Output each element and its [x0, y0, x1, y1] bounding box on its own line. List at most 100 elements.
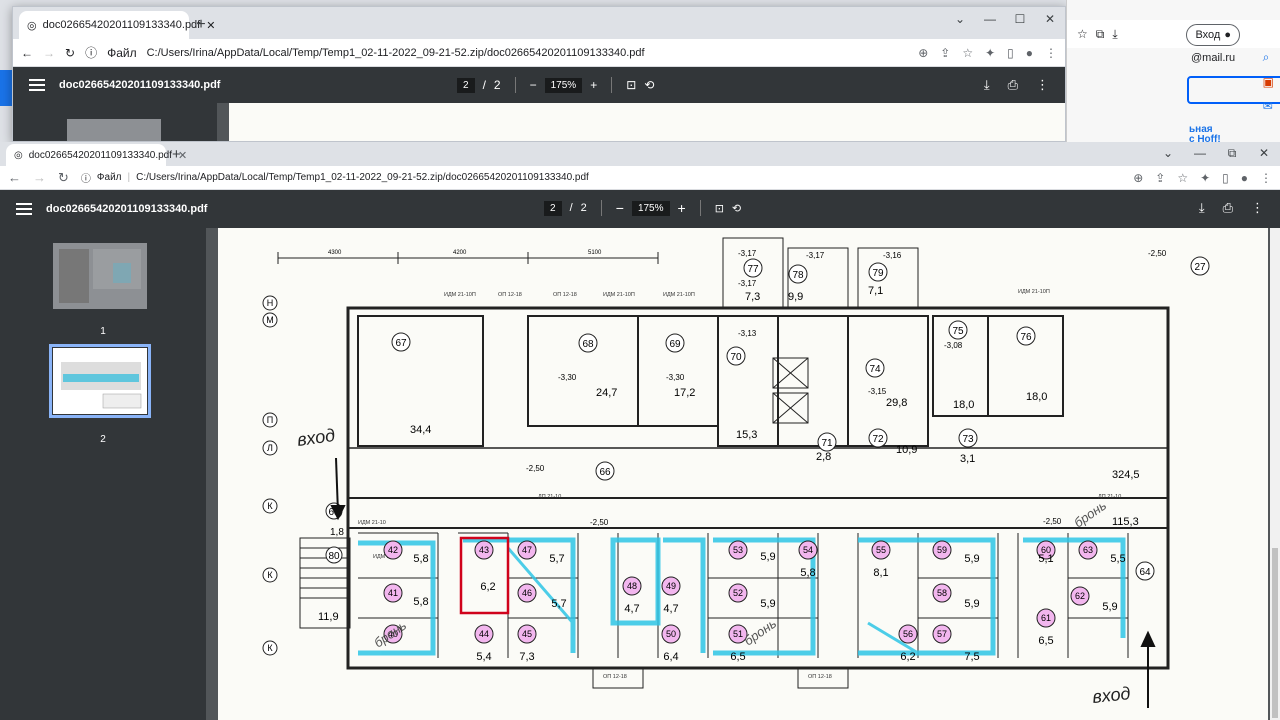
zoom-input[interactable]: 175% [631, 200, 670, 216]
more-icon[interactable]: ⋮ [1251, 200, 1264, 216]
handwritten-entrance-1: вход [296, 425, 337, 450]
downloads-icon[interactable]: ⤓ [1112, 27, 1117, 42]
pdf-content-area: 4300 4200 5100 Н М П Л К К К 67 68 69 70… [206, 228, 1280, 720]
fit-page-icon[interactable]: ⊡ [715, 202, 724, 215]
login-button[interactable]: Вход ● [1186, 24, 1240, 46]
back-icon[interactable]: ← [8, 170, 21, 185]
fit-page-icon[interactable]: ⊡ [626, 78, 636, 92]
profile-icon[interactable]: ● [1026, 46, 1033, 60]
room-69: 69 [669, 339, 681, 350]
info-icon: ⓘ [80, 174, 91, 185]
room-number-57: 57 [937, 629, 947, 639]
url-text: C:/Users/Irina/AppData/Local/Temp/Temp1_… [136, 172, 589, 183]
thumbnail-page-2[interactable] [49, 344, 151, 418]
new-tab-button[interactable]: + [172, 146, 181, 163]
room-77: 77 [747, 264, 759, 275]
room-area-49: 4,7 [663, 603, 678, 615]
star-icon[interactable]: ☆ [962, 46, 973, 60]
omnibox[interactable]: ⓘ Файл | C:/Users/Irina/AppData/Local/Te… [81, 170, 1121, 185]
download-icon[interactable]: ⤓ [984, 77, 990, 93]
thumbnail-page-1[interactable] [67, 119, 161, 141]
mail-domain: @mail.ru [1191, 52, 1236, 64]
page-input[interactable]: 2 [544, 200, 562, 216]
room-area-60: 5,1 [1038, 553, 1053, 565]
extensions-icon[interactable]: ✦ [1200, 171, 1210, 185]
toolbar-icons: ⊕ ⇪ ☆ ✦ ▯ ● ⋮ [918, 46, 1057, 60]
outlook-icon[interactable]: ✉ [1263, 99, 1274, 113]
search-icon[interactable]: ⌕ [1263, 50, 1274, 65]
background-browser-window[interactable]: ◎ doc02665420201109133340.pdf ✕ + ⌄ — ☐ … [12, 6, 1066, 142]
room-71: 71 [821, 438, 833, 449]
favorites-icon[interactable]: ☆ [1077, 27, 1088, 41]
more-icon[interactable]: ⋮ [1036, 77, 1049, 93]
page-total: 2 [493, 78, 501, 92]
rotate-icon[interactable]: ⟲ [644, 78, 654, 92]
close-button[interactable]: ✕ [1035, 7, 1065, 31]
room-27: 27 [1194, 262, 1206, 273]
url-text[interactable]: C:/Users/Irina/AppData/Local/Temp/Temp1_… [147, 47, 645, 59]
zoom-in-icon[interactable]: + [678, 200, 686, 216]
maximize-button[interactable]: ☐ [1005, 7, 1035, 31]
back-icon[interactable]: ← [21, 46, 33, 60]
profile-icon[interactable]: ● [1241, 171, 1248, 185]
zoom-in-icon[interactable]: + [590, 78, 597, 92]
menu-icon[interactable] [29, 79, 45, 91]
print-icon[interactable]: ⎙ [1008, 77, 1018, 93]
handwritten-reserved-3: бронь [1071, 498, 1109, 531]
scrollbar-thumb[interactable] [1272, 548, 1278, 718]
mark-10: ОП 12-18 [603, 674, 627, 680]
tab-pdf[interactable]: ◎ doc02665420201109133340.pdf ✕ [19, 11, 215, 39]
zoom-input[interactable]: 175% [544, 77, 583, 93]
thumbnail-2-preview [61, 362, 142, 409]
chevron-down-icon[interactable]: ⌄ [945, 7, 975, 31]
pdf-area [13, 103, 1065, 141]
rotate-icon[interactable]: ⟲ [732, 202, 741, 215]
zoom-out-icon[interactable]: − [616, 200, 624, 216]
room-75: 75 [952, 326, 964, 337]
minimize-button[interactable]: — [1184, 142, 1216, 164]
page-input[interactable]: 2 [457, 77, 475, 93]
zoom-out-icon[interactable]: − [530, 78, 537, 92]
menu-icon[interactable]: ⋮ [1045, 46, 1057, 60]
new-tab-button[interactable]: + [191, 15, 211, 35]
forward-icon[interactable]: → [43, 46, 55, 60]
forward-icon[interactable]: → [33, 170, 46, 185]
zoom-icon[interactable]: ⊕ [918, 46, 928, 60]
minimize-button[interactable]: — [975, 7, 1005, 31]
sidepanel-icon[interactable]: ▯ [1222, 171, 1229, 185]
area-68: 24,7 [596, 387, 617, 399]
menu-icon[interactable] [16, 203, 32, 215]
collections-icon[interactable]: ⧉ [1096, 27, 1105, 42]
background-browser-strip: ☆ ⧉ ⤓ Вход ● @mail.ru ьная с Hoff! ⌕ ▣ ✉ [1066, 0, 1280, 145]
share-icon[interactable]: ⇪ [940, 46, 950, 60]
zoom-icon[interactable]: ⊕ [1133, 171, 1143, 185]
vertical-scrollbar[interactable] [1270, 228, 1280, 720]
room-number-50: 50 [666, 629, 676, 639]
tab-pdf[interactable]: ◎ doc02665420201109133340.pdf ✕ [6, 144, 187, 166]
sidepanel-icon[interactable]: ▯ [1007, 46, 1014, 60]
print-icon[interactable]: ⎙ [1223, 200, 1233, 216]
window-controls: ⌄ — ☐ ✕ [945, 7, 1065, 31]
room-number-48: 48 [627, 581, 637, 591]
share-icon[interactable]: ⇪ [1155, 171, 1165, 185]
chevron-down-icon[interactable]: ⌄ [1152, 142, 1184, 164]
reload-icon[interactable]: ↻ [65, 46, 75, 60]
room-number-41: 41 [388, 588, 398, 598]
menu-icon[interactable]: ⋮ [1260, 171, 1272, 185]
restore-button[interactable]: ⧉ [1216, 142, 1248, 164]
room-79: 79 [872, 268, 884, 279]
axis-label-n: Н [267, 298, 274, 308]
thumbnail-page-1[interactable] [53, 243, 147, 309]
close-button[interactable]: ✕ [1248, 142, 1280, 164]
office-icon[interactable]: ▣ [1263, 75, 1274, 89]
area-77: 7,3 [745, 291, 760, 303]
handwritten-entrance-2: вход [1091, 683, 1131, 707]
level-6: -2,50 [1043, 517, 1062, 526]
reload-icon[interactable]: ↻ [58, 170, 69, 186]
room-area-55: 8,1 [873, 567, 888, 579]
room-area-53: 5,9 [760, 551, 775, 563]
extensions-icon[interactable]: ✦ [985, 46, 995, 60]
download-icon[interactable]: ⤓ [1199, 200, 1205, 216]
pdf-actions: ⤓ ⎙ ⋮ [1199, 200, 1264, 216]
star-icon[interactable]: ☆ [1177, 171, 1188, 185]
